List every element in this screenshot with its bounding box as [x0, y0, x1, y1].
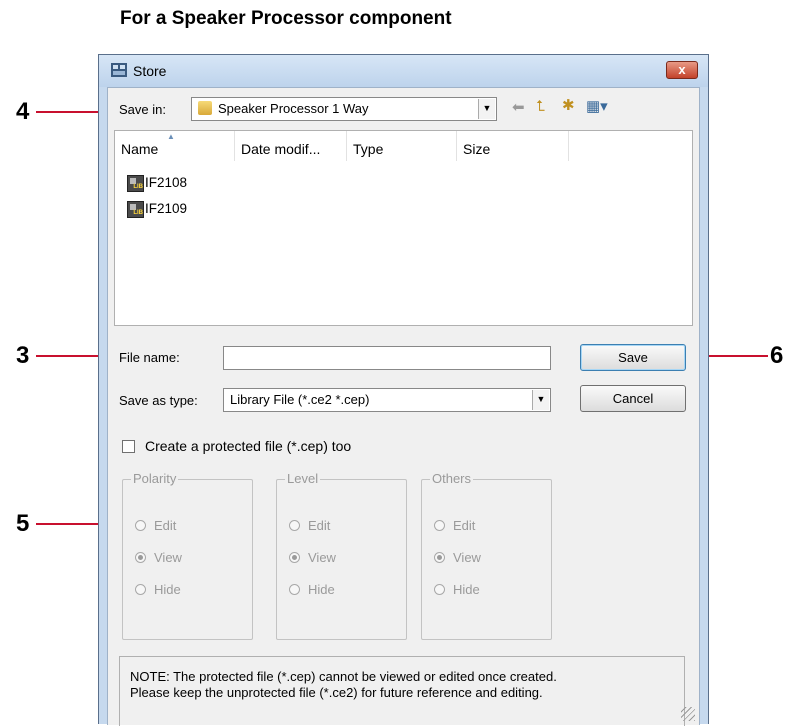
radio-checked-icon	[434, 552, 445, 563]
radio-checked-icon	[289, 552, 300, 563]
save-in-label: Save in:	[119, 102, 166, 117]
polarity-hide-radio[interactable]: Hide	[135, 582, 181, 598]
callout-5: 5	[16, 510, 30, 537]
list-item[interactable]: IF2108	[127, 173, 187, 193]
view-menu-icon[interactable]: ▦▾	[586, 97, 608, 115]
callout-6: 6	[770, 342, 784, 369]
save-button[interactable]: Save	[580, 344, 686, 371]
radio-icon	[434, 520, 445, 531]
up-folder-icon[interactable]: ⮤	[536, 98, 545, 115]
note-line-2: Please keep the unprotected file (*.ce2)…	[130, 685, 543, 700]
back-icon[interactable]: ⬅	[512, 98, 525, 116]
level-view-radio[interactable]: View	[289, 550, 336, 566]
close-button[interactable]: x	[666, 61, 698, 79]
store-dialog: Store x Save in: Speaker Processor 1 Way…	[98, 54, 709, 726]
callout-3: 3	[16, 342, 30, 369]
chevron-down-icon: ▼	[478, 99, 495, 119]
close-icon: x	[678, 62, 686, 77]
cancel-button[interactable]: Cancel	[580, 385, 686, 412]
column-name[interactable]: ▲ Name	[115, 131, 235, 161]
chevron-down-icon: ▼	[532, 390, 549, 410]
polarity-view-radio[interactable]: View	[135, 550, 182, 566]
dialog-client: Save in: Speaker Processor 1 Way ▼ ⬅ ⮤ ✱…	[107, 87, 700, 726]
radio-icon	[434, 584, 445, 595]
note-box: NOTE: The protected file (*.cep) cannot …	[119, 656, 685, 726]
resize-grip-icon[interactable]	[681, 707, 695, 721]
radio-checked-icon	[135, 552, 146, 563]
column-size[interactable]: Size	[457, 131, 569, 161]
radio-icon	[135, 520, 146, 531]
radio-icon	[135, 584, 146, 595]
callout-4: 4	[16, 98, 30, 125]
title-bar[interactable]: Store x	[99, 55, 708, 87]
sort-ascending-icon: ▲	[167, 132, 175, 141]
library-file-icon	[127, 174, 144, 192]
save-as-type-value: Library File (*.ce2 *.cep)	[230, 392, 370, 407]
column-date-modified[interactable]: Date modif...	[235, 131, 347, 161]
polarity-group: Polarity Edit View Hide	[122, 471, 253, 640]
file-name-label: File name:	[119, 350, 180, 365]
level-group: Level Edit View Hide	[276, 471, 407, 640]
callout-5-line	[36, 523, 102, 525]
protect-checkbox[interactable]	[122, 440, 135, 453]
note-line-1: NOTE: The protected file (*.cep) cannot …	[130, 669, 557, 684]
folder-icon	[198, 101, 212, 115]
window-title: Store	[133, 63, 167, 79]
save-in-value: Speaker Processor 1 Way	[218, 101, 369, 116]
protect-label: Create a protected file (*.cep) too	[145, 438, 352, 454]
radio-icon	[289, 584, 300, 595]
polarity-group-title: Polarity	[131, 471, 179, 486]
file-name-input[interactable]	[223, 346, 551, 370]
level-hide-radio[interactable]: Hide	[289, 582, 335, 598]
page-heading: For a Speaker Processor component	[120, 8, 452, 29]
save-as-type-dropdown[interactable]: Library File (*.ce2 *.cep) ▼	[223, 388, 551, 412]
level-group-title: Level	[285, 471, 321, 486]
others-group-title: Others	[430, 471, 474, 486]
polarity-edit-radio[interactable]: Edit	[135, 518, 176, 534]
list-item[interactable]: IF2109	[127, 199, 187, 219]
save-in-dropdown[interactable]: Speaker Processor 1 Way ▼	[191, 97, 497, 121]
others-edit-radio[interactable]: Edit	[434, 518, 475, 534]
others-view-radio[interactable]: View	[434, 550, 481, 566]
others-hide-radio[interactable]: Hide	[434, 582, 480, 598]
save-as-type-label: Save as type:	[119, 393, 198, 408]
file-list[interactable]: ▲ Name Date modif... Type Size IF2108 IF…	[114, 130, 693, 326]
radio-icon	[289, 520, 300, 531]
new-folder-icon[interactable]: ✱	[562, 96, 575, 114]
column-type[interactable]: Type	[347, 131, 457, 161]
level-edit-radio[interactable]: Edit	[289, 518, 330, 534]
app-icon	[111, 63, 127, 77]
others-group: Others Edit View Hide	[421, 471, 552, 640]
library-file-icon	[127, 200, 144, 218]
